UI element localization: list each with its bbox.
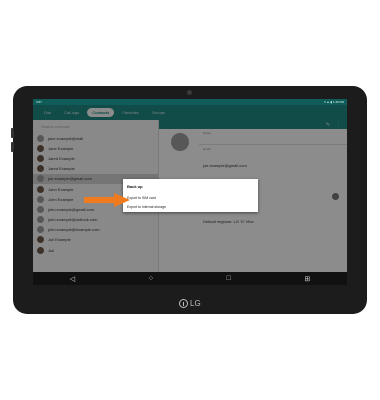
- home-icon[interactable]: ○: [149, 275, 153, 282]
- back-icon[interactable]: ◁: [70, 275, 75, 283]
- brand-logo: LG: [179, 296, 209, 310]
- export-to-internal-storage-option[interactable]: Export to internal storage: [127, 205, 166, 209]
- front-camera: [187, 90, 192, 95]
- backup-dialog: Back up Export to SIM card Export to int…: [123, 179, 258, 212]
- recents-icon[interactable]: □: [227, 275, 231, 282]
- status-time: 3:57: [36, 100, 42, 104]
- multi-window-icon[interactable]: ⊞: [304, 275, 310, 283]
- dialog-title: Back up: [127, 184, 143, 189]
- nav-bar: ◁ ○ □ ⊞: [33, 272, 347, 285]
- volume-button: [11, 128, 14, 138]
- lg-logo-icon: [179, 298, 188, 308]
- status-icons: ▾ ▲ ▮ 1:46 PM: [324, 100, 344, 104]
- pointer-arrow-icon: [84, 193, 130, 207]
- volume-button: [11, 142, 14, 152]
- tablet-screen: 3:57 ▾ ▲ ▮ 1:46 PM Dial Call logs Contac…: [33, 99, 347, 285]
- brand-logo-text: LG: [190, 298, 201, 308]
